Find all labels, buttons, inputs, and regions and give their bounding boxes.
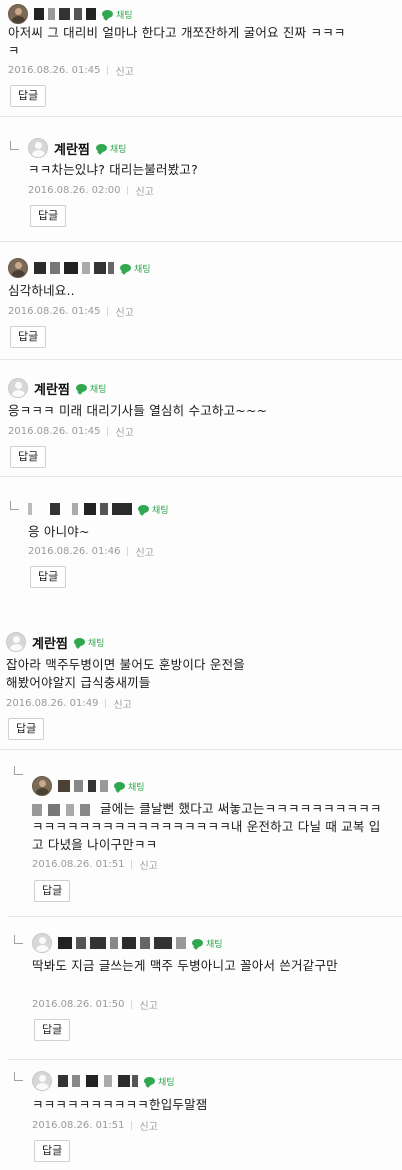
avatar[interactable] [28,138,48,158]
comment-date: 2016.08.26. 02:00 [28,185,121,196]
author-name-censored [28,503,132,515]
reply-button[interactable]: 답글 [30,205,67,227]
chat-bubble-icon [138,505,149,513]
avatar[interactable] [8,378,28,398]
author-name-censored [58,937,186,949]
comment-date: 2016.08.26. 01:51 [32,859,125,870]
report-link[interactable]: 신고 [139,1118,157,1133]
comment-item: 계란찜 채팅 응ㅋㅋㅋ 미래 대리기사들 열심히 수고하고~~~ 2016.08… [0,360,402,476]
comment-item: 채팅 아저씨 그 대리비 얼마나 한다고 개쪼잔하게 굴어요 진짜 ㅋㅋㅋㅋ 2… [0,0,402,116]
reply-button[interactable]: 답글 [8,718,45,740]
divider [105,699,107,708]
comment-date: 2016.08.26. 01:45 [8,306,101,317]
comment-item: 계란찜 채팅 잡아라 맥주두병이면 불어도 훈방이다 운전을 해봤어야알지 급식… [0,622,402,749]
chat-button[interactable]: 채팅 [95,142,126,155]
comment-text: ㅋㅋ차는있냐? 대리는불러봤고? [28,162,198,177]
author-name[interactable]: 계란찜 [34,379,70,398]
reply-button[interactable]: 답글 [34,880,71,902]
reply-indicator-icon [14,766,23,775]
chat-button[interactable]: 채팅 [75,382,106,395]
avatar[interactable] [6,632,26,652]
divider [127,186,129,195]
comment-text: 글에는 클날뻔 했다고 써놓고는ㅋㅋㅋㅋㅋㅋㅋㅋㅋㅋㅋㅋㅋㅋㅋㅋㅋㅋㅋㅋㅋㅋㅋㅋ… [32,801,382,852]
comment-text: 응ㅋㅋㅋ 미래 대리기사들 열심히 수고하고~~~ [8,403,268,418]
chat-button[interactable]: 채팅 [73,636,104,649]
author-name-censored [58,1075,138,1087]
author-name[interactable]: 계란찜 [32,633,68,652]
comment-date: 2016.08.26. 01:46 [28,546,121,557]
chat-bubble-icon [102,10,113,18]
author-name-censored [34,262,114,274]
divider [107,307,109,316]
reply-indicator-icon [10,141,19,150]
chat-bubble-icon [114,782,125,790]
avatar[interactable] [8,258,28,278]
report-link[interactable]: 신고 [115,304,133,319]
reply-button[interactable]: 답글 [10,326,47,348]
reply-button[interactable]: 답글 [30,566,67,588]
avatar[interactable] [32,1071,52,1091]
comment-date: 2016.08.26. 01:45 [8,426,101,437]
chat-button[interactable]: 채팅 [138,503,169,516]
reply-button[interactable]: 답글 [10,85,47,107]
chat-bubble-icon [192,939,203,947]
reply-indicator-icon [14,935,23,944]
report-link[interactable]: 신고 [135,183,153,198]
divider [131,860,133,869]
chat-bubble-icon [95,144,107,152]
chat-bubble-icon [73,638,85,646]
report-link[interactable]: 신고 [113,696,131,711]
author-name-censored [34,8,96,20]
chat-button[interactable]: 채팅 [120,262,151,275]
reply-button[interactable]: 답글 [34,1019,71,1041]
comment-date: 2016.08.26. 01:45 [8,65,101,76]
comment-text: 응 아니야~ [28,524,90,539]
comment-reply-item: 계란찜 채팅 ㅋㅋ차는있냐? 대리는불러봤고? 2016.08.26. 02:0… [0,117,402,241]
comment-date: 2016.08.26. 01:51 [32,1120,125,1131]
comment-reply-item: 채팅 딱봐도 지금 글쓰는게 맥주 두병아니고 꼴아서 쓴거같구만 2016.0… [0,917,402,1059]
comment-text: 잡아라 맥주두병이면 불어도 훈방이다 운전을 해봤어야알지 급식충새끼들 [6,657,245,690]
divider [107,427,109,436]
divider [131,1000,133,1009]
chat-button[interactable]: 채팅 [102,8,133,21]
divider [107,66,109,75]
report-link[interactable]: 신고 [139,857,157,872]
comment-text: 딱봐도 지금 글쓰는게 맥주 두병아니고 꼴아서 쓴거같구만 [32,958,338,973]
author-name-censored [58,780,108,792]
chat-bubble-icon [144,1077,155,1085]
divider [127,547,129,556]
chat-button[interactable]: 채팅 [114,780,145,793]
avatar[interactable] [32,933,52,953]
comment-item: 채팅 심각하네요.. 2016.08.26. 01:45 신고 답글 [0,242,402,359]
reply-indicator-icon [14,1072,23,1081]
report-link[interactable]: 신고 [139,997,157,1012]
comment-text: 아저씨 그 대리비 얼마나 한다고 개쪼잔하게 굴어요 진짜 ㅋㅋㅋㅋ [8,25,346,58]
avatar[interactable] [8,4,28,24]
comment-date: 2016.08.26. 01:50 [32,999,125,1010]
comment-text: 심각하네요.. [8,283,75,298]
reply-indicator-icon [10,501,19,510]
chat-bubble-icon [120,264,131,272]
report-link[interactable]: 신고 [135,544,153,559]
chat-button[interactable]: 채팅 [192,937,223,950]
report-link[interactable]: 신고 [115,424,133,439]
avatar[interactable] [32,776,52,796]
comment-reply-item: 채팅 응 아니야~ 2016.08.26. 01:46 신고 답글 [0,477,402,607]
divider [131,1121,133,1130]
comment-date: 2016.08.26. 01:49 [6,698,99,709]
comment-reply-item: 채팅 ㅋㅋㅋㅋㅋㅋㅋㅋㅋㅋ한입두말잼 2016.08.26. 01:51 신고 답… [0,1060,402,1170]
report-link[interactable]: 신고 [115,63,133,78]
author-name[interactable]: 계란찜 [54,139,90,158]
comment-reply-item: 채팅 글에는 클날뻔 했다고 써놓고는ㅋㅋㅋㅋㅋㅋㅋㅋㅋㅋㅋㅋㅋㅋㅋㅋㅋㅋㅋㅋㅋ… [0,750,402,916]
reply-button[interactable]: 답글 [34,1140,71,1162]
chat-button[interactable]: 채팅 [144,1075,175,1088]
reply-button[interactable]: 답글 [10,446,47,468]
chat-bubble-icon [75,384,87,392]
comment-text: ㅋㅋㅋㅋㅋㅋㅋㅋㅋㅋ한입두말잼 [32,1097,208,1112]
